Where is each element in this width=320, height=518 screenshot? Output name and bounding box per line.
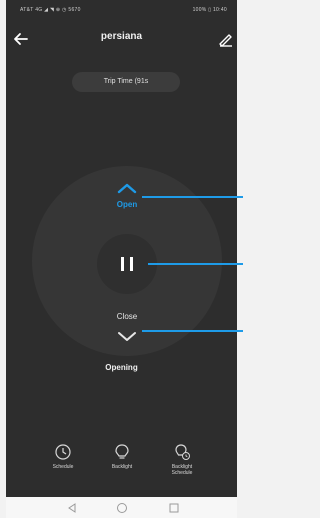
bulb-icon (115, 444, 129, 459)
status-right-text: 100% ▯ 10:40 (192, 7, 227, 13)
open-button[interactable]: Open (107, 180, 147, 214)
open-label: Open (116, 200, 138, 209)
backlight-button[interactable]: Backlight (98, 437, 146, 483)
close-callout-line (142, 330, 243, 332)
edit-button[interactable] (217, 30, 235, 48)
system-nav-bar (6, 497, 237, 518)
pencil-icon (219, 34, 232, 47)
motion-state-text: Opening (105, 363, 138, 372)
bottom-action-bar: Schedule Backlight Backlight Schedule (6, 437, 237, 487)
clock-icon (55, 444, 71, 460)
pause-icon (121, 257, 133, 271)
page-title: persiana (100, 31, 143, 42)
schedule-button[interactable]: Schedule (39, 437, 87, 483)
backlight-schedule-button[interactable]: Backlight Schedule (158, 437, 206, 483)
triangle-back-icon[interactable] (66, 502, 78, 514)
backlight-schedule-label: Backlight Schedule (158, 464, 206, 476)
close-button[interactable]: Close (107, 312, 147, 346)
status-left-text: AT&T 4G ◢ ◥ ⊕ ◷ 5670 (20, 7, 81, 13)
status-bar: AT&T 4G ◢ ◥ ⊕ ◷ 5670 100% ▯ 10:40 (6, 0, 237, 20)
chevron-up-icon (117, 183, 137, 194)
app-screen: AT&T 4G ◢ ◥ ⊕ ◷ 5670 100% ▯ 10:40 persia… (6, 0, 237, 497)
app-header: persiana (6, 24, 237, 54)
backlight-label: Backlight (111, 464, 133, 470)
close-label: Close (116, 312, 138, 321)
schedule-label: Schedule (52, 464, 74, 470)
bulb-clock-icon (175, 444, 190, 460)
circle-home-icon[interactable] (116, 502, 128, 514)
backlight-schedule-line2: Schedule (171, 470, 193, 476)
square-recents-icon[interactable] (168, 502, 180, 514)
stop-callout-line (148, 263, 243, 265)
open-callout-line (142, 196, 243, 198)
trip-time-badge: Trip Time (91s (72, 72, 180, 92)
chevron-down-icon (118, 332, 136, 341)
